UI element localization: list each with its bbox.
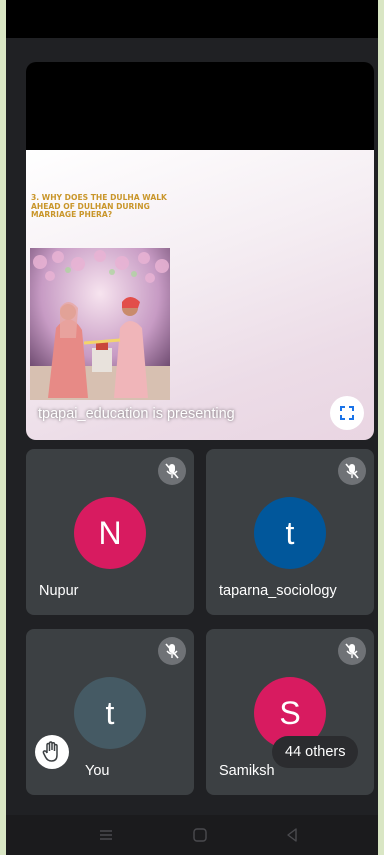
participant-tile-you[interactable]: t You [26,629,194,795]
avatar: t [254,497,326,569]
menu-icon [100,830,112,840]
raise-hand-button[interactable] [35,735,69,769]
mic-off-icon [338,457,366,485]
participant-tile-taparna[interactable]: t taparna_sociology [206,449,374,615]
presentation-tile[interactable]: 3. WHY DOES THE DULHA WALK AHEAD OF DULH… [26,62,374,440]
participant-tile-samiksh[interactable]: S Samiksh 44 others [206,629,374,795]
home-icon [193,828,207,842]
fullscreen-icon [340,406,354,420]
fullscreen-button[interactable] [330,396,364,430]
presenter-label: tpapai_education is presenting [38,406,235,422]
mic-off-icon [158,457,186,485]
slide-title: 3. WHY DOES THE DULHA WALK AHEAD OF DULH… [31,193,167,220]
wedding-photo [30,248,170,400]
avatar: N [74,497,146,569]
participant-name: Nupur [39,583,79,599]
navigation-bar [6,815,378,855]
home-button[interactable] [188,823,212,847]
recents-button[interactable] [94,823,118,847]
shared-slide: 3. WHY DOES THE DULHA WALK AHEAD OF DULH… [26,150,374,440]
mic-off-icon [158,637,186,665]
participant-name: Samiksh [219,763,275,779]
others-count-chip[interactable]: 44 others [272,736,359,768]
avatar: t [74,677,146,749]
meeting-screen: 3. WHY DOES THE DULHA WALK AHEAD OF DULH… [6,0,378,855]
raise-hand-icon [42,741,58,762]
participant-name: taparna_sociology [219,583,337,599]
participant-tile-nupur[interactable]: N Nupur [26,449,194,615]
back-icon [287,828,297,842]
status-bar [6,0,378,38]
mic-off-icon [338,637,366,665]
back-button[interactable] [280,823,304,847]
participant-name: You [85,763,110,779]
